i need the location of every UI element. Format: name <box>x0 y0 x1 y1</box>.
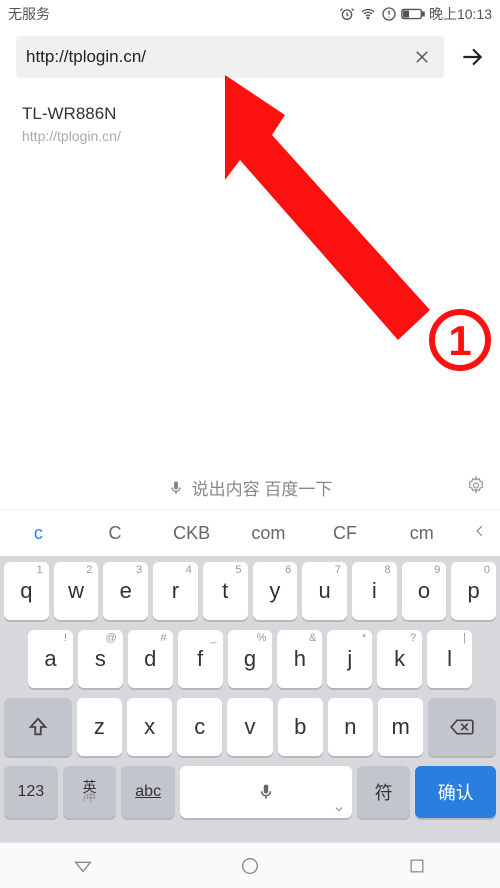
keyboard-row-1: 1q2w3e4r5t6y7u8i9o0p <box>4 562 496 620</box>
key-b[interactable]: b <box>278 698 323 756</box>
address-bar-row <box>0 28 500 86</box>
key-f[interactable]: _f <box>178 630 223 688</box>
abc-key[interactable]: abc <box>121 766 175 818</box>
shift-key[interactable] <box>4 698 72 756</box>
candidate-item[interactable]: c <box>0 523 77 544</box>
key-m[interactable]: m <box>378 698 423 756</box>
candidate-item[interactable]: CKB <box>153 523 230 544</box>
soft-keyboard: 1q2w3e4r5t6y7u8i9o0p !a@s#d_f%g&h*j?k|l … <box>0 556 500 842</box>
suggestion-title: TL-WR886N <box>22 104 478 124</box>
keyboard-row-2: !a@s#d_f%g&h*j?k|l <box>4 630 496 688</box>
address-bar[interactable] <box>16 36 444 78</box>
voice-search-bar[interactable]: 说出内容 百度一下 <box>0 466 500 510</box>
key-i[interactable]: 8i <box>352 562 397 620</box>
key-s[interactable]: @s <box>78 630 123 688</box>
candidate-item[interactable]: CF <box>307 523 384 544</box>
key-z[interactable]: z <box>77 698 122 756</box>
language-key[interactable]: 英/中 <box>63 766 117 818</box>
status-icons: 晚上10:13 <box>339 4 492 24</box>
key-q[interactable]: 1q <box>4 562 49 620</box>
key-w[interactable]: 2w <box>54 562 99 620</box>
space-key[interactable] <box>180 766 352 818</box>
candidate-item[interactable]: com <box>230 523 307 544</box>
back-button[interactable] <box>63 846 103 886</box>
circle-icon <box>239 855 261 877</box>
keyboard-row-4: 123 英/中 abc 符 确认 <box>4 766 496 818</box>
key-e[interactable]: 3e <box>103 562 148 620</box>
alarm-icon <box>339 6 355 22</box>
go-button[interactable] <box>452 37 492 77</box>
settings-button[interactable] <box>466 475 486 500</box>
carrier-label: 无服务 <box>8 4 339 24</box>
confirm-key[interactable]: 确认 <box>415 766 496 818</box>
square-icon <box>407 856 427 876</box>
key-x[interactable]: x <box>127 698 172 756</box>
numeric-key[interactable]: 123 <box>4 766 58 818</box>
chevron-down-icon <box>334 804 344 814</box>
microphone-icon <box>168 479 184 497</box>
keyboard-row-3: zxcvbnm <box>4 698 496 756</box>
recent-button[interactable] <box>397 846 437 886</box>
voice-hint-text: 说出内容 百度一下 <box>192 475 333 500</box>
arrow-right-icon <box>459 44 485 70</box>
candidate-item[interactable]: cm <box>383 523 460 544</box>
shift-icon <box>27 716 49 738</box>
clock-label: 晚上10:13 <box>429 4 492 24</box>
microphone-icon <box>257 781 275 803</box>
backspace-icon <box>449 717 475 737</box>
key-c[interactable]: c <box>177 698 222 756</box>
key-u[interactable]: 7u <box>302 562 347 620</box>
key-y[interactable]: 6y <box>253 562 298 620</box>
key-j[interactable]: *j <box>327 630 372 688</box>
triangle-down-icon <box>72 855 94 877</box>
url-input[interactable] <box>26 47 410 67</box>
home-button[interactable] <box>230 846 270 886</box>
wifi-icon <box>359 6 377 22</box>
key-l[interactable]: |l <box>427 630 472 688</box>
annotation-number: 1 <box>448 317 471 364</box>
candidate-strip: c C CKB com CF cm <box>0 510 500 556</box>
key-k[interactable]: ?k <box>377 630 422 688</box>
candidate-item[interactable]: C <box>77 523 154 544</box>
clear-button[interactable] <box>410 45 434 69</box>
key-a[interactable]: !a <box>28 630 73 688</box>
key-h[interactable]: &h <box>277 630 322 688</box>
url-suggestion[interactable]: TL-WR886N http://tplogin.cn/ <box>0 86 500 148</box>
key-t[interactable]: 5t <box>203 562 248 620</box>
battery-icon <box>401 7 425 21</box>
key-v[interactable]: v <box>227 698 272 756</box>
key-n[interactable]: n <box>328 698 373 756</box>
key-d[interactable]: #d <box>128 630 173 688</box>
warning-icon <box>381 6 397 22</box>
key-r[interactable]: 4r <box>153 562 198 620</box>
suggestion-url: http://tplogin.cn/ <box>22 128 478 144</box>
candidate-more-button[interactable] <box>460 522 500 545</box>
gear-icon <box>466 475 486 495</box>
backspace-key[interactable] <box>428 698 496 756</box>
key-o[interactable]: 9o <box>402 562 447 620</box>
symbol-key[interactable]: 符 <box>357 766 411 818</box>
close-icon <box>413 48 431 66</box>
system-nav-bar <box>0 842 500 888</box>
status-bar: 无服务 晚上10:13 <box>0 0 500 28</box>
chevron-left-icon <box>473 522 487 540</box>
key-g[interactable]: %g <box>228 630 273 688</box>
key-p[interactable]: 0p <box>451 562 496 620</box>
